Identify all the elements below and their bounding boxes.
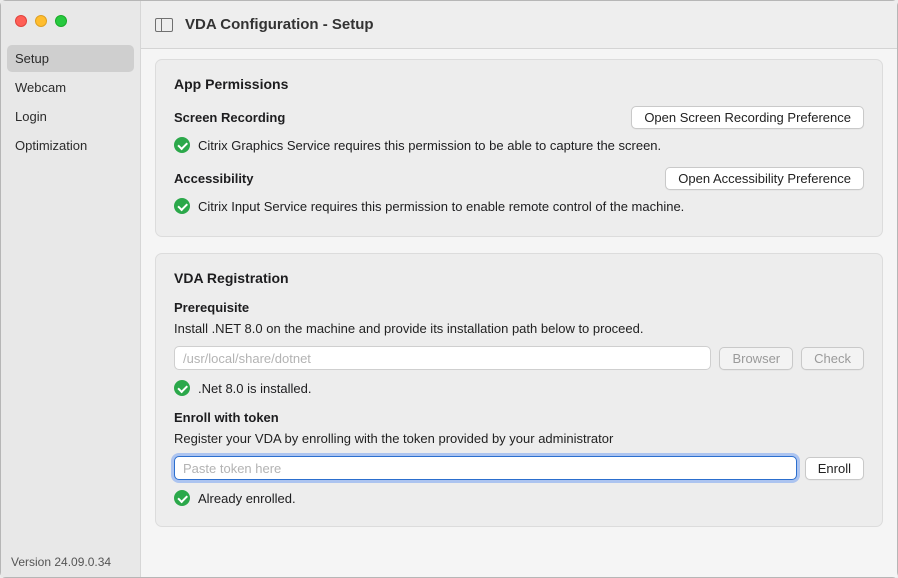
vda-registration-card: VDA Registration Prerequisite Install .N… [155,253,883,527]
browser-button[interactable]: Browser [719,347,793,370]
page-title: VDA Configuration - Setup [185,16,374,33]
check-button[interactable]: Check [801,347,864,370]
enroll-token-input[interactable] [174,456,797,480]
accessibility-subhead: Accessibility [174,171,254,186]
screen-recording-status: Citrix Graphics Service requires this pe… [198,138,661,153]
sidebar: Setup Webcam Login Optimization Version … [1,1,141,577]
app-permissions-heading: App Permissions [174,76,864,92]
fullscreen-window-button[interactable] [55,15,67,27]
accessibility-status: Citrix Input Service requires this permi… [198,199,684,214]
sidebar-item-optimization[interactable]: Optimization [7,132,134,159]
enroll-subhead: Enroll with token [174,410,864,425]
enroll-button[interactable]: Enroll [805,457,864,480]
app-permissions-card: App Permissions Screen Recording Open Sc… [155,59,883,237]
window-controls [1,1,140,41]
screen-recording-subhead: Screen Recording [174,110,285,125]
enroll-desc: Register your VDA by enrolling with the … [174,431,864,446]
open-screen-recording-button[interactable]: Open Screen Recording Preference [631,106,864,129]
sidebar-item-setup[interactable]: Setup [7,45,134,72]
dotnet-status: .Net 8.0 is installed. [198,381,311,396]
checkmark-icon [174,490,190,506]
titlebar: VDA Configuration - Setup [141,1,897,49]
checkmark-icon [174,137,190,153]
minimize-window-button[interactable] [35,15,47,27]
sidebar-item-webcam[interactable]: Webcam [7,74,134,101]
sidebar-nav: Setup Webcam Login Optimization [1,41,140,547]
checkmark-icon [174,380,190,396]
prerequisite-subhead: Prerequisite [174,300,864,315]
version-label: Version 24.09.0.34 [1,547,140,577]
enroll-status: Already enrolled. [198,491,296,506]
close-window-button[interactable] [15,15,27,27]
dotnet-path-input[interactable] [174,346,711,370]
sidebar-item-login[interactable]: Login [7,103,134,130]
content-scroll[interactable]: App Permissions Screen Recording Open Sc… [141,49,897,577]
vda-registration-heading: VDA Registration [174,270,864,286]
prerequisite-desc: Install .NET 8.0 on the machine and prov… [174,321,864,336]
open-accessibility-button[interactable]: Open Accessibility Preference [665,167,864,190]
main-panel: VDA Configuration - Setup App Permission… [141,1,897,577]
checkmark-icon [174,198,190,214]
sidebar-toggle-icon[interactable] [155,18,173,32]
